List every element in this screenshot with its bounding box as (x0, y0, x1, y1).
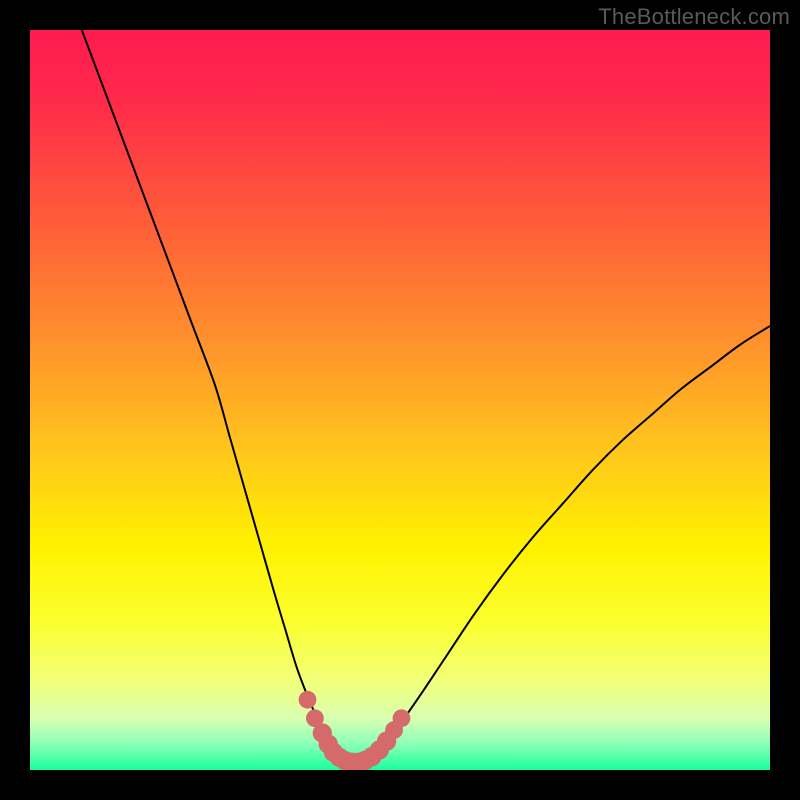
watermark-text: TheBottleneck.com (598, 4, 790, 30)
plot-area (30, 30, 770, 770)
chart-svg (30, 30, 770, 770)
curve-marker (299, 691, 317, 709)
curve-marker (393, 709, 411, 727)
chart-frame: TheBottleneck.com (0, 0, 800, 800)
gradient-background (30, 30, 770, 770)
